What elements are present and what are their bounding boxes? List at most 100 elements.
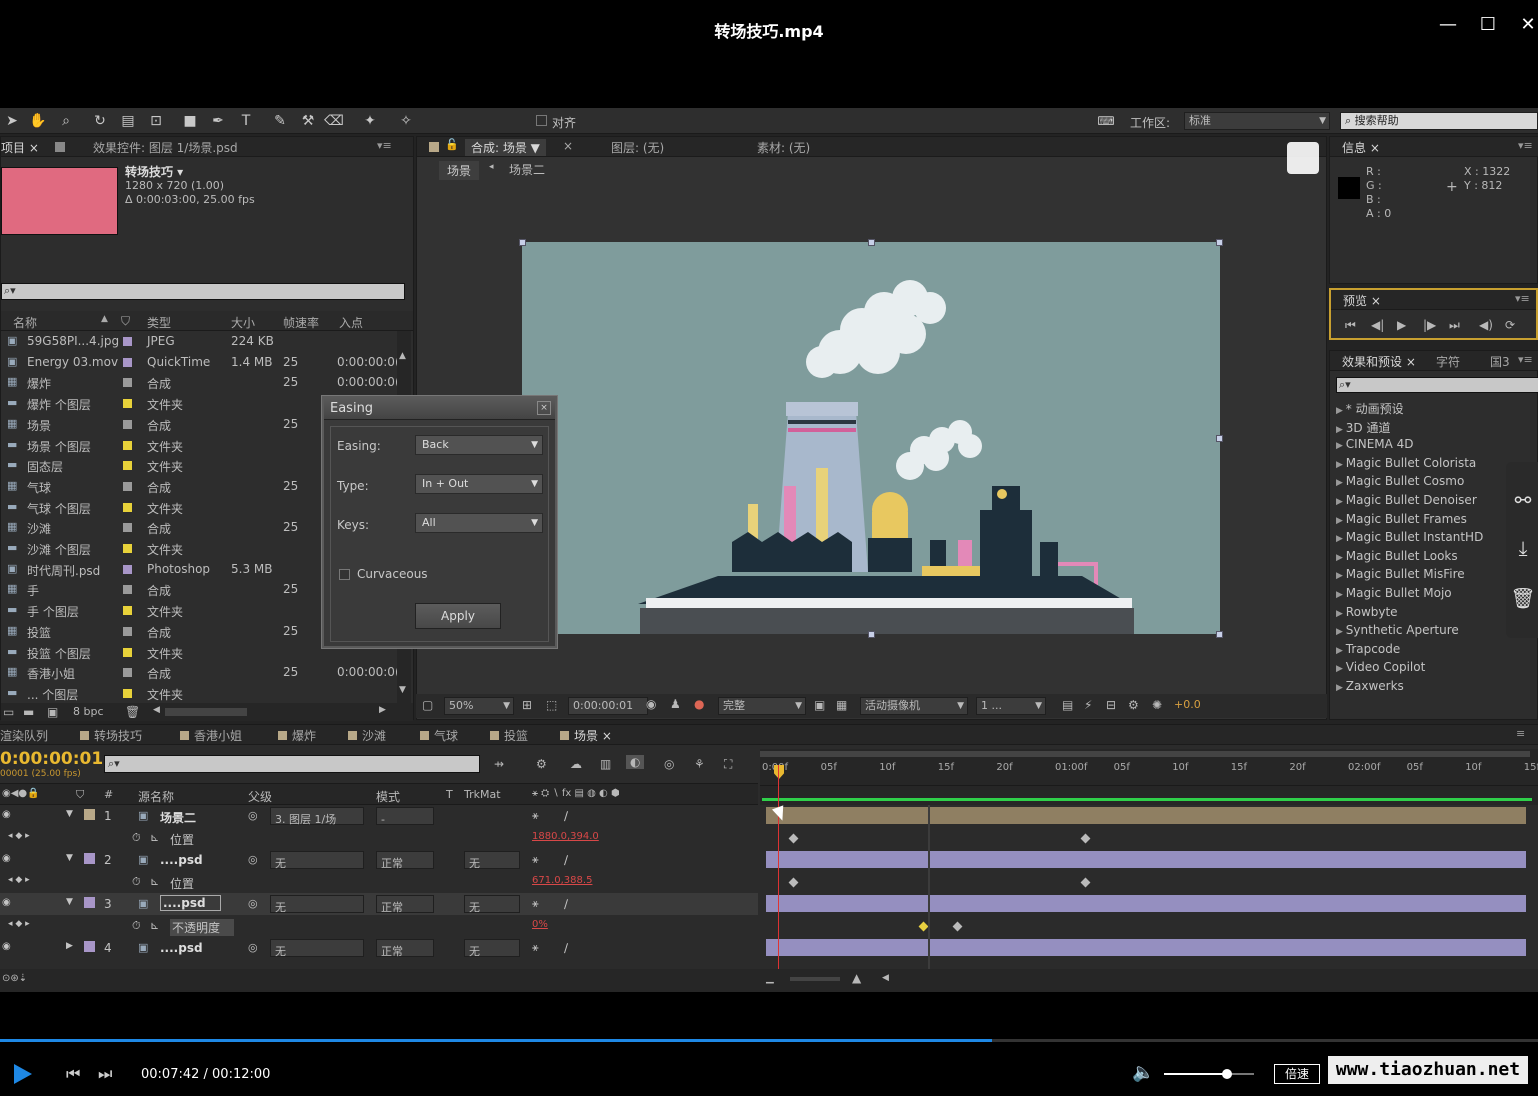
label-color[interactable] (123, 688, 132, 698)
tab-paragraph[interactable]: 国3 (1490, 353, 1510, 370)
roto-brush-tool-icon[interactable]: ✦ (360, 112, 380, 130)
effect-category[interactable]: ▶ Magic Bullet Colorista (1336, 456, 1476, 470)
lock-icon[interactable]: 🔓 (445, 138, 459, 151)
project-item[interactable]: ▣ Energy 03.mov QuickTime 1.4 MB 25 0:00:00:0… (1, 352, 397, 373)
label-tag-icon[interactable]: ⛉ (121, 314, 130, 329)
transform-handle[interactable] (1216, 435, 1223, 442)
effect-category[interactable]: ▶ Video Copilot (1336, 660, 1425, 674)
shy-icon[interactable]: ☁ (570, 757, 582, 771)
show-snapshot-icon[interactable]: ♟ (670, 697, 681, 711)
scroll-up-icon[interactable]: ▲ (399, 351, 406, 361)
panel-menu-icon[interactable]: ▾≡ (1515, 292, 1530, 305)
camera-select[interactable]: 活动摄像机 ▼ (860, 697, 968, 715)
label-color[interactable] (123, 378, 132, 388)
footer-switches-icon[interactable]: ⊙⊛⇣ (2, 973, 27, 984)
time-ruler[interactable]: 0:00f05f10f15f20f01:00f05f10f15f20f02:00… (760, 749, 1538, 785)
timeline-tab[interactable]: 爆炸 (278, 727, 316, 744)
project-item[interactable]: ▦ 香港小姐 合成 25 0:00:00:0( (1, 662, 397, 683)
col-in-point[interactable]: 入点 (339, 314, 363, 331)
label-color[interactable] (123, 461, 132, 471)
current-time-display[interactable]: 0:00:00:01 (568, 697, 648, 715)
text-tool-icon[interactable]: T (236, 112, 256, 130)
pixel-aspect-icon[interactable]: ▤ (1062, 698, 1073, 712)
exposure-icon[interactable]: ✺ (1152, 698, 1162, 712)
scroll-left-icon[interactable]: ◀ (153, 705, 160, 715)
panel-menu-icon[interactable]: ≡ (1516, 727, 1525, 740)
rotate-tool-icon[interactable]: ↻ (90, 112, 110, 130)
type-select[interactable]: In + Out ▼ (415, 474, 543, 494)
maximize-button[interactable]: ☐ (1476, 14, 1500, 35)
view-layout-select[interactable]: 1 ... ▼ (976, 697, 1046, 715)
scroll-left-icon[interactable]: ◀ (882, 973, 889, 983)
new-comp-icon[interactable]: ▣ (47, 705, 58, 719)
project-item[interactable]: ▬ ... 个图层 文件夹 (1, 683, 397, 703)
timeline-tab[interactable]: 渲染队列 (0, 727, 48, 744)
share-icon[interactable]: ⚯ (1508, 488, 1538, 512)
work-area-bar[interactable] (760, 751, 1530, 757)
volume-knob[interactable] (1222, 1069, 1232, 1079)
easing-dialog-header[interactable]: Easing × (324, 398, 555, 420)
label-color[interactable] (123, 440, 132, 450)
snap-checkbox[interactable] (536, 115, 547, 126)
col-trkmat[interactable]: TrkMat (464, 788, 501, 801)
col-parent[interactable]: 父级 (248, 788, 272, 805)
next-frame-icon[interactable]: |▶ (1423, 318, 1436, 332)
transform-handle[interactable] (1216, 239, 1223, 246)
transform-handle[interactable] (868, 631, 875, 638)
effect-category[interactable]: ▶ Zaxwerks (1336, 679, 1404, 693)
region-icon[interactable]: ⊞ (522, 698, 532, 712)
keyframe-icon[interactable] (1080, 833, 1091, 844)
loop-icon[interactable]: ⟳ (1505, 318, 1515, 332)
flowchart-icon[interactable]: ⊟ (1106, 698, 1116, 712)
effects-search-input[interactable]: ⌕▾ (1336, 377, 1538, 393)
volume-icon[interactable]: 🔈 (1132, 1062, 1154, 1083)
comp-flowchart-icon[interactable]: ⚙ (1128, 698, 1139, 712)
scroll-down-icon[interactable]: ▼ (399, 685, 406, 695)
tab-layer[interactable]: 图层: (无) (611, 139, 664, 156)
tab-close-icon[interactable]: × (563, 139, 573, 153)
effect-category[interactable]: ▶ * 动画预设 (1336, 400, 1404, 417)
grid-icon[interactable]: ▦ (836, 698, 847, 712)
label-color[interactable] (123, 564, 132, 574)
comp-mini-flowchart-icon[interactable]: ⇸ (494, 757, 504, 771)
transform-handle[interactable] (519, 239, 526, 246)
tab-close-icon[interactable]: × (598, 729, 612, 743)
camera-tool-icon[interactable]: ▤ (118, 112, 138, 130)
selection-tool-icon[interactable]: ➤ (2, 112, 22, 130)
effect-category[interactable]: ▶ Magic Bullet Looks (1336, 549, 1458, 563)
timeline-tab[interactable]: 投篮 (490, 727, 528, 744)
tab-composition[interactable]: 合成: 场景 ▼ (465, 139, 546, 156)
label-color[interactable] (123, 523, 132, 533)
pen-tool-icon[interactable]: ✒ (208, 112, 228, 130)
label-color[interactable] (123, 647, 132, 657)
channel-icon[interactable]: ● (694, 697, 704, 711)
timeline-tab[interactable]: 场景 × (560, 727, 612, 744)
project-search-input[interactable]: ⌕▾ (1, 283, 405, 300)
effect-category[interactable]: ▶ Magic Bullet Cosmo (1336, 474, 1464, 488)
keyframe-icon[interactable] (788, 833, 799, 844)
delete-icon[interactable]: 🗑 (1508, 586, 1538, 610)
previous-icon[interactable]: ⏮ (66, 1064, 80, 1084)
label-color[interactable] (123, 399, 132, 409)
timeline-tab[interactable]: 气球 (420, 727, 458, 744)
last-frame-icon[interactable]: ⏭ (1449, 318, 1460, 333)
keyframe-icon[interactable] (952, 921, 963, 932)
effect-category[interactable]: ▶ Trapcode (1336, 642, 1400, 656)
zoom-slider[interactable] (790, 977, 840, 981)
frame-blend-icon[interactable]: ▥ (600, 757, 611, 771)
tab-preview[interactable]: 预览 × (1343, 292, 1381, 309)
resolution-select[interactable]: 完整 ▼ (718, 697, 806, 715)
col-source-name[interactable]: 源名称 (138, 788, 174, 805)
layer-duration-bar[interactable] (766, 895, 1526, 912)
label-color[interactable] (123, 419, 132, 429)
col-mode[interactable]: 模式 (376, 788, 400, 805)
layer-duration-bar[interactable] (766, 807, 1526, 824)
first-frame-icon[interactable]: ⏮ (1345, 318, 1356, 333)
exposure-value[interactable]: +0.0 (1174, 698, 1201, 711)
label-color[interactable] (123, 668, 132, 678)
project-item[interactable]: ▣ 59G58PI...4.jpg JPEG 224 KB (1, 331, 397, 352)
effect-category[interactable]: ▶ 3D 通道 (1336, 419, 1391, 436)
effect-category[interactable]: ▶ Magic Bullet Mojo (1336, 586, 1452, 600)
label-color[interactable] (123, 544, 132, 553)
keyframe-icon[interactable] (788, 877, 799, 888)
